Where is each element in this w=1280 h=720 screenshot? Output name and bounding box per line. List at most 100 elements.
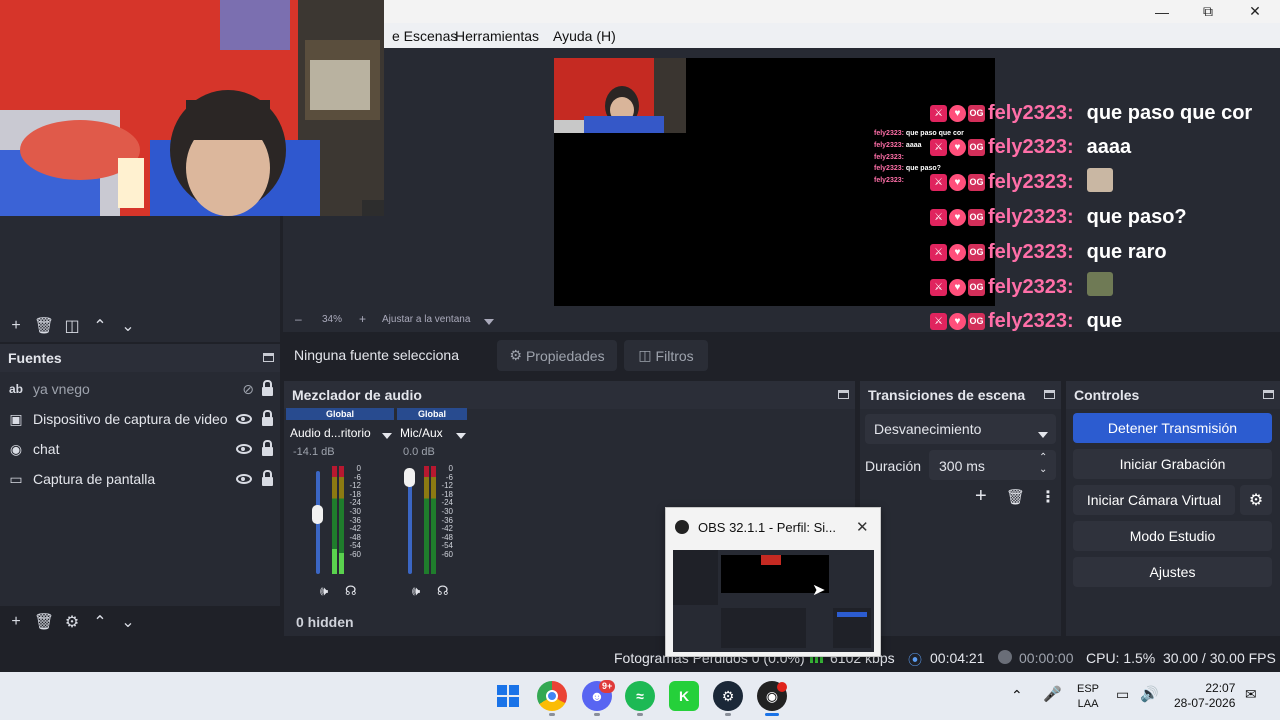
channel-name[interactable]: Audio d...ritorio bbox=[290, 426, 371, 440]
channel-name[interactable]: Mic/Aux bbox=[400, 426, 443, 440]
trash-icon[interactable]: 🗑 bbox=[30, 609, 58, 635]
zoom-in-button[interactable]: + bbox=[359, 312, 366, 326]
float-dock-icon[interactable] bbox=[1044, 390, 1055, 399]
menu-scenes[interactable]: e Escenas bbox=[392, 28, 457, 44]
studio-mode-button[interactable]: Modo Estudio bbox=[1073, 521, 1272, 551]
level-meter-live bbox=[332, 549, 337, 574]
program-webcam-thumbnail bbox=[554, 58, 686, 133]
gear-icon[interactable]: ⚙ bbox=[1240, 485, 1272, 515]
zoom-level: 34% bbox=[322, 314, 343, 325]
start-recording-button[interactable]: Iniciar Grabación bbox=[1073, 449, 1272, 479]
chat-username: fely2323: bbox=[988, 171, 1074, 194]
spin-up-icon[interactable]: ⌃ bbox=[1039, 452, 1047, 463]
move-down-icon[interactable]: ⌄ bbox=[114, 609, 142, 635]
start-virtual-camera-button[interactable]: Iniciar Cámara Virtual bbox=[1073, 485, 1235, 515]
close-icon[interactable]: ✕ bbox=[856, 518, 869, 536]
heart-badge-icon: ♥ bbox=[949, 243, 966, 261]
eye-hidden-icon[interactable]: ⊘ bbox=[242, 381, 254, 398]
og-badge: OG bbox=[968, 104, 985, 122]
zoom-out-button[interactable]: – bbox=[295, 312, 302, 326]
move-up-icon[interactable]: ⌃ bbox=[86, 609, 114, 635]
chat-username: fely2323: bbox=[988, 101, 1074, 124]
steam-icon[interactable]: ⚙ bbox=[713, 681, 743, 711]
channel-db: 0.0 dB bbox=[403, 446, 435, 458]
sword-badge-icon: ⚔ bbox=[930, 139, 947, 157]
move-up-icon[interactable]: ⌃ bbox=[86, 313, 114, 339]
source-item[interactable]: ▭ Captura de pantalla bbox=[8, 464, 273, 494]
running-indicator bbox=[725, 713, 731, 716]
og-badge: OG bbox=[968, 174, 985, 192]
chevron-down-icon[interactable] bbox=[484, 317, 494, 328]
chat-badges: ⚔♥OG bbox=[930, 104, 985, 122]
gear-icon[interactable]: ⚙ bbox=[58, 609, 86, 635]
source-item[interactable]: ◉ chat bbox=[8, 434, 273, 464]
chevron-down-icon bbox=[1038, 426, 1048, 442]
float-dock-icon[interactable] bbox=[263, 353, 274, 362]
chat-message: que bbox=[1086, 310, 1123, 333]
chevron-down-icon[interactable] bbox=[456, 427, 466, 442]
chevron-up-icon[interactable]: ⌃ bbox=[1011, 687, 1023, 704]
windows-start-icon[interactable] bbox=[493, 681, 523, 711]
volume-slider-handle[interactable] bbox=[312, 505, 323, 524]
eye-icon[interactable] bbox=[236, 474, 252, 484]
chat-line: ⚔ ♥ OG fely2323: que paso que cor bbox=[930, 98, 1252, 128]
settings-button[interactable]: Ajustes bbox=[1073, 557, 1272, 587]
lock-icon[interactable] bbox=[262, 470, 273, 486]
speaker-icon[interactable]: 🕪 bbox=[412, 583, 420, 599]
add-transition-button[interactable]: + bbox=[975, 485, 987, 508]
spotify-icon[interactable]: ≈ bbox=[625, 681, 655, 711]
minimize-icon[interactable]: — bbox=[1139, 0, 1185, 23]
float-dock-icon[interactable] bbox=[1263, 390, 1274, 399]
running-indicator bbox=[637, 713, 643, 716]
add-scene-button[interactable]: + bbox=[2, 313, 30, 339]
filters-button[interactable]: ◫ Filtros bbox=[624, 340, 708, 371]
hidden-count: 0 hidden bbox=[296, 614, 354, 630]
chat-badges: ⚔♥OG bbox=[930, 139, 985, 157]
taskbar-window-preview[interactable]: OBS 32.1.1 - Perfil: Si... ✕ ➤ bbox=[665, 507, 881, 657]
microphone-icon[interactable]: 🎤 bbox=[1043, 685, 1062, 703]
chrome-icon[interactable] bbox=[537, 681, 567, 711]
menu-tools[interactable]: Herramientas bbox=[455, 28, 539, 44]
headphones-icon[interactable]: ☊ bbox=[437, 583, 449, 599]
transition-select[interactable]: Desvanecimiento bbox=[865, 414, 1056, 444]
source-item[interactable]: ab ya vnego ⊘ bbox=[8, 374, 273, 404]
lock-icon[interactable] bbox=[262, 380, 273, 396]
add-source-button[interactable]: + bbox=[2, 609, 30, 635]
close-icon[interactable]: ✕ bbox=[1232, 0, 1278, 23]
lock-icon[interactable] bbox=[262, 410, 273, 426]
properties-button[interactable]: ⚙ Propiedades bbox=[497, 340, 617, 371]
eye-icon[interactable] bbox=[236, 444, 252, 454]
more-options-icon[interactable]: ⋮ bbox=[1040, 487, 1056, 507]
source-item[interactable]: ▣ Dispositivo de captura de video bbox=[8, 404, 273, 434]
volume-icon[interactable]: 🔊 bbox=[1140, 685, 1159, 703]
move-down-icon[interactable]: ⌄ bbox=[114, 313, 142, 339]
stream-icon: ⦿ bbox=[908, 652, 922, 668]
maximize-icon[interactable]: ⧉ bbox=[1185, 0, 1231, 23]
gear-icon: ⚙ bbox=[509, 347, 522, 363]
language-indicator[interactable]: ESP LAA bbox=[1077, 682, 1099, 712]
trash-icon[interactable]: 🗑 bbox=[30, 313, 58, 339]
trash-icon[interactable]: 🗑 bbox=[1006, 488, 1025, 506]
spin-down-icon[interactable]: ⌄ bbox=[1039, 464, 1047, 475]
speaker-icon[interactable]: 🕪 bbox=[320, 583, 328, 599]
filter-icon[interactable]: ◫ bbox=[58, 313, 86, 339]
clock[interactable]: 22:07 28-07-2026 bbox=[1174, 681, 1235, 711]
duration-input[interactable]: 300 ms ⌃ ⌄ bbox=[929, 450, 1056, 480]
notifications-icon[interactable]: ✉ bbox=[1245, 686, 1257, 703]
float-dock-icon[interactable] bbox=[838, 390, 849, 399]
eye-icon[interactable] bbox=[236, 414, 252, 424]
menu-help[interactable]: Ayuda (H) bbox=[553, 28, 616, 44]
chevron-down-icon[interactable] bbox=[382, 427, 392, 442]
chat-badges: ⚔♥OG bbox=[930, 208, 985, 226]
lock-icon[interactable] bbox=[262, 440, 273, 456]
chat-line: ⚔ ♥ OG fely2323: que paso? bbox=[930, 202, 1187, 232]
stop-streaming-button[interactable]: Detener Transmisión bbox=[1073, 413, 1272, 443]
chat-message: que paso que cor bbox=[1086, 101, 1253, 124]
headphones-icon[interactable]: ☊ bbox=[345, 583, 357, 599]
network-icon[interactable]: ▭ bbox=[1116, 686, 1129, 703]
kick-icon[interactable]: K bbox=[669, 681, 699, 711]
volume-slider-handle[interactable] bbox=[404, 468, 415, 487]
og-badge: OG bbox=[968, 208, 985, 226]
fit-window-select[interactable]: Ajustar a la ventana bbox=[382, 314, 470, 325]
monitor-icon: ▭ bbox=[9, 470, 23, 487]
